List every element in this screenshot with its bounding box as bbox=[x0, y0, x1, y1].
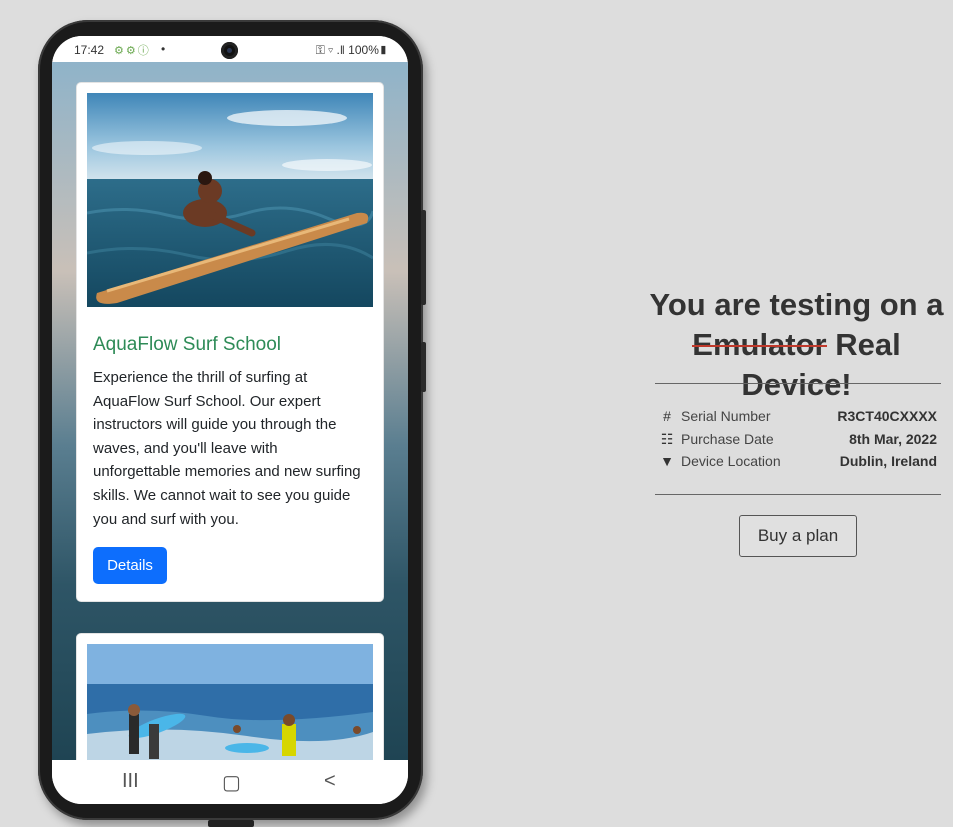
usb-cable bbox=[208, 820, 254, 827]
calendar-icon: ☷ bbox=[660, 431, 674, 447]
status-time: 17:42 bbox=[74, 43, 105, 57]
card-text: Experience the thrill of surfing at Aqua… bbox=[93, 369, 361, 528]
info-row-purchase-date: ☷ Purchase Date 8th Mar, 2022 bbox=[660, 431, 937, 453]
android-nav-bar: III ▢ < bbox=[52, 760, 408, 804]
status-bar: 17:42 ⚙⚙ⓘ • ⚿ ▿ .‖ 100%▮ bbox=[52, 36, 408, 62]
info-value: Dublin, Ireland bbox=[839, 453, 937, 469]
status-right-icons: ⚿ ▿ .‖ 100%▮ bbox=[315, 43, 388, 57]
card: AquaFlow Surf School Experience the thri… bbox=[76, 82, 384, 602]
power-button bbox=[421, 342, 426, 392]
divider bbox=[655, 383, 941, 384]
recent-apps-icon[interactable]: III bbox=[122, 770, 139, 793]
info-row-serial: # Serial Number R3CT40CXXXX bbox=[660, 408, 937, 430]
info-label: Purchase Date bbox=[681, 431, 774, 447]
headline-line2: Emulator Real Device! bbox=[640, 325, 953, 405]
home-icon[interactable]: ▢ bbox=[222, 770, 241, 795]
info-value: R3CT40CXXXX bbox=[837, 408, 937, 424]
details-button[interactable]: Details bbox=[93, 547, 167, 584]
notification-icons: ⚙⚙ⓘ bbox=[114, 45, 151, 57]
info-label: Serial Number bbox=[681, 408, 771, 424]
info-label: Device Location bbox=[681, 453, 781, 469]
front-camera-icon bbox=[221, 42, 238, 59]
headline-line1: You are testing on a bbox=[649, 287, 944, 322]
hash-icon: # bbox=[663, 408, 671, 424]
surfer-image bbox=[87, 93, 373, 307]
buy-plan-button[interactable]: Buy a plan bbox=[739, 515, 857, 557]
volume-button bbox=[421, 210, 426, 305]
webpage-content[interactable]: AquaFlow Surf School Experience the thri… bbox=[52, 62, 408, 760]
info-value: 8th Mar, 2022 bbox=[849, 431, 937, 447]
phone-screen: 17:42 ⚙⚙ⓘ • ⚿ ▿ .‖ 100%▮ AquaFlow Surf S… bbox=[52, 36, 408, 804]
divider bbox=[655, 494, 941, 495]
card-title: AquaFlow Surf School bbox=[93, 334, 281, 355]
back-icon[interactable]: < bbox=[324, 770, 336, 793]
info-row-location: ▼ Device Location Dublin, Ireland bbox=[660, 453, 937, 475]
beach-surfers-image bbox=[87, 644, 373, 760]
notification-dot: • bbox=[161, 42, 166, 56]
headline: You are testing on a Emulator Real Devic… bbox=[640, 285, 953, 405]
card bbox=[76, 633, 384, 760]
struck-word: Emulator bbox=[692, 325, 827, 365]
location-pin-icon: ▼ bbox=[660, 453, 674, 469]
